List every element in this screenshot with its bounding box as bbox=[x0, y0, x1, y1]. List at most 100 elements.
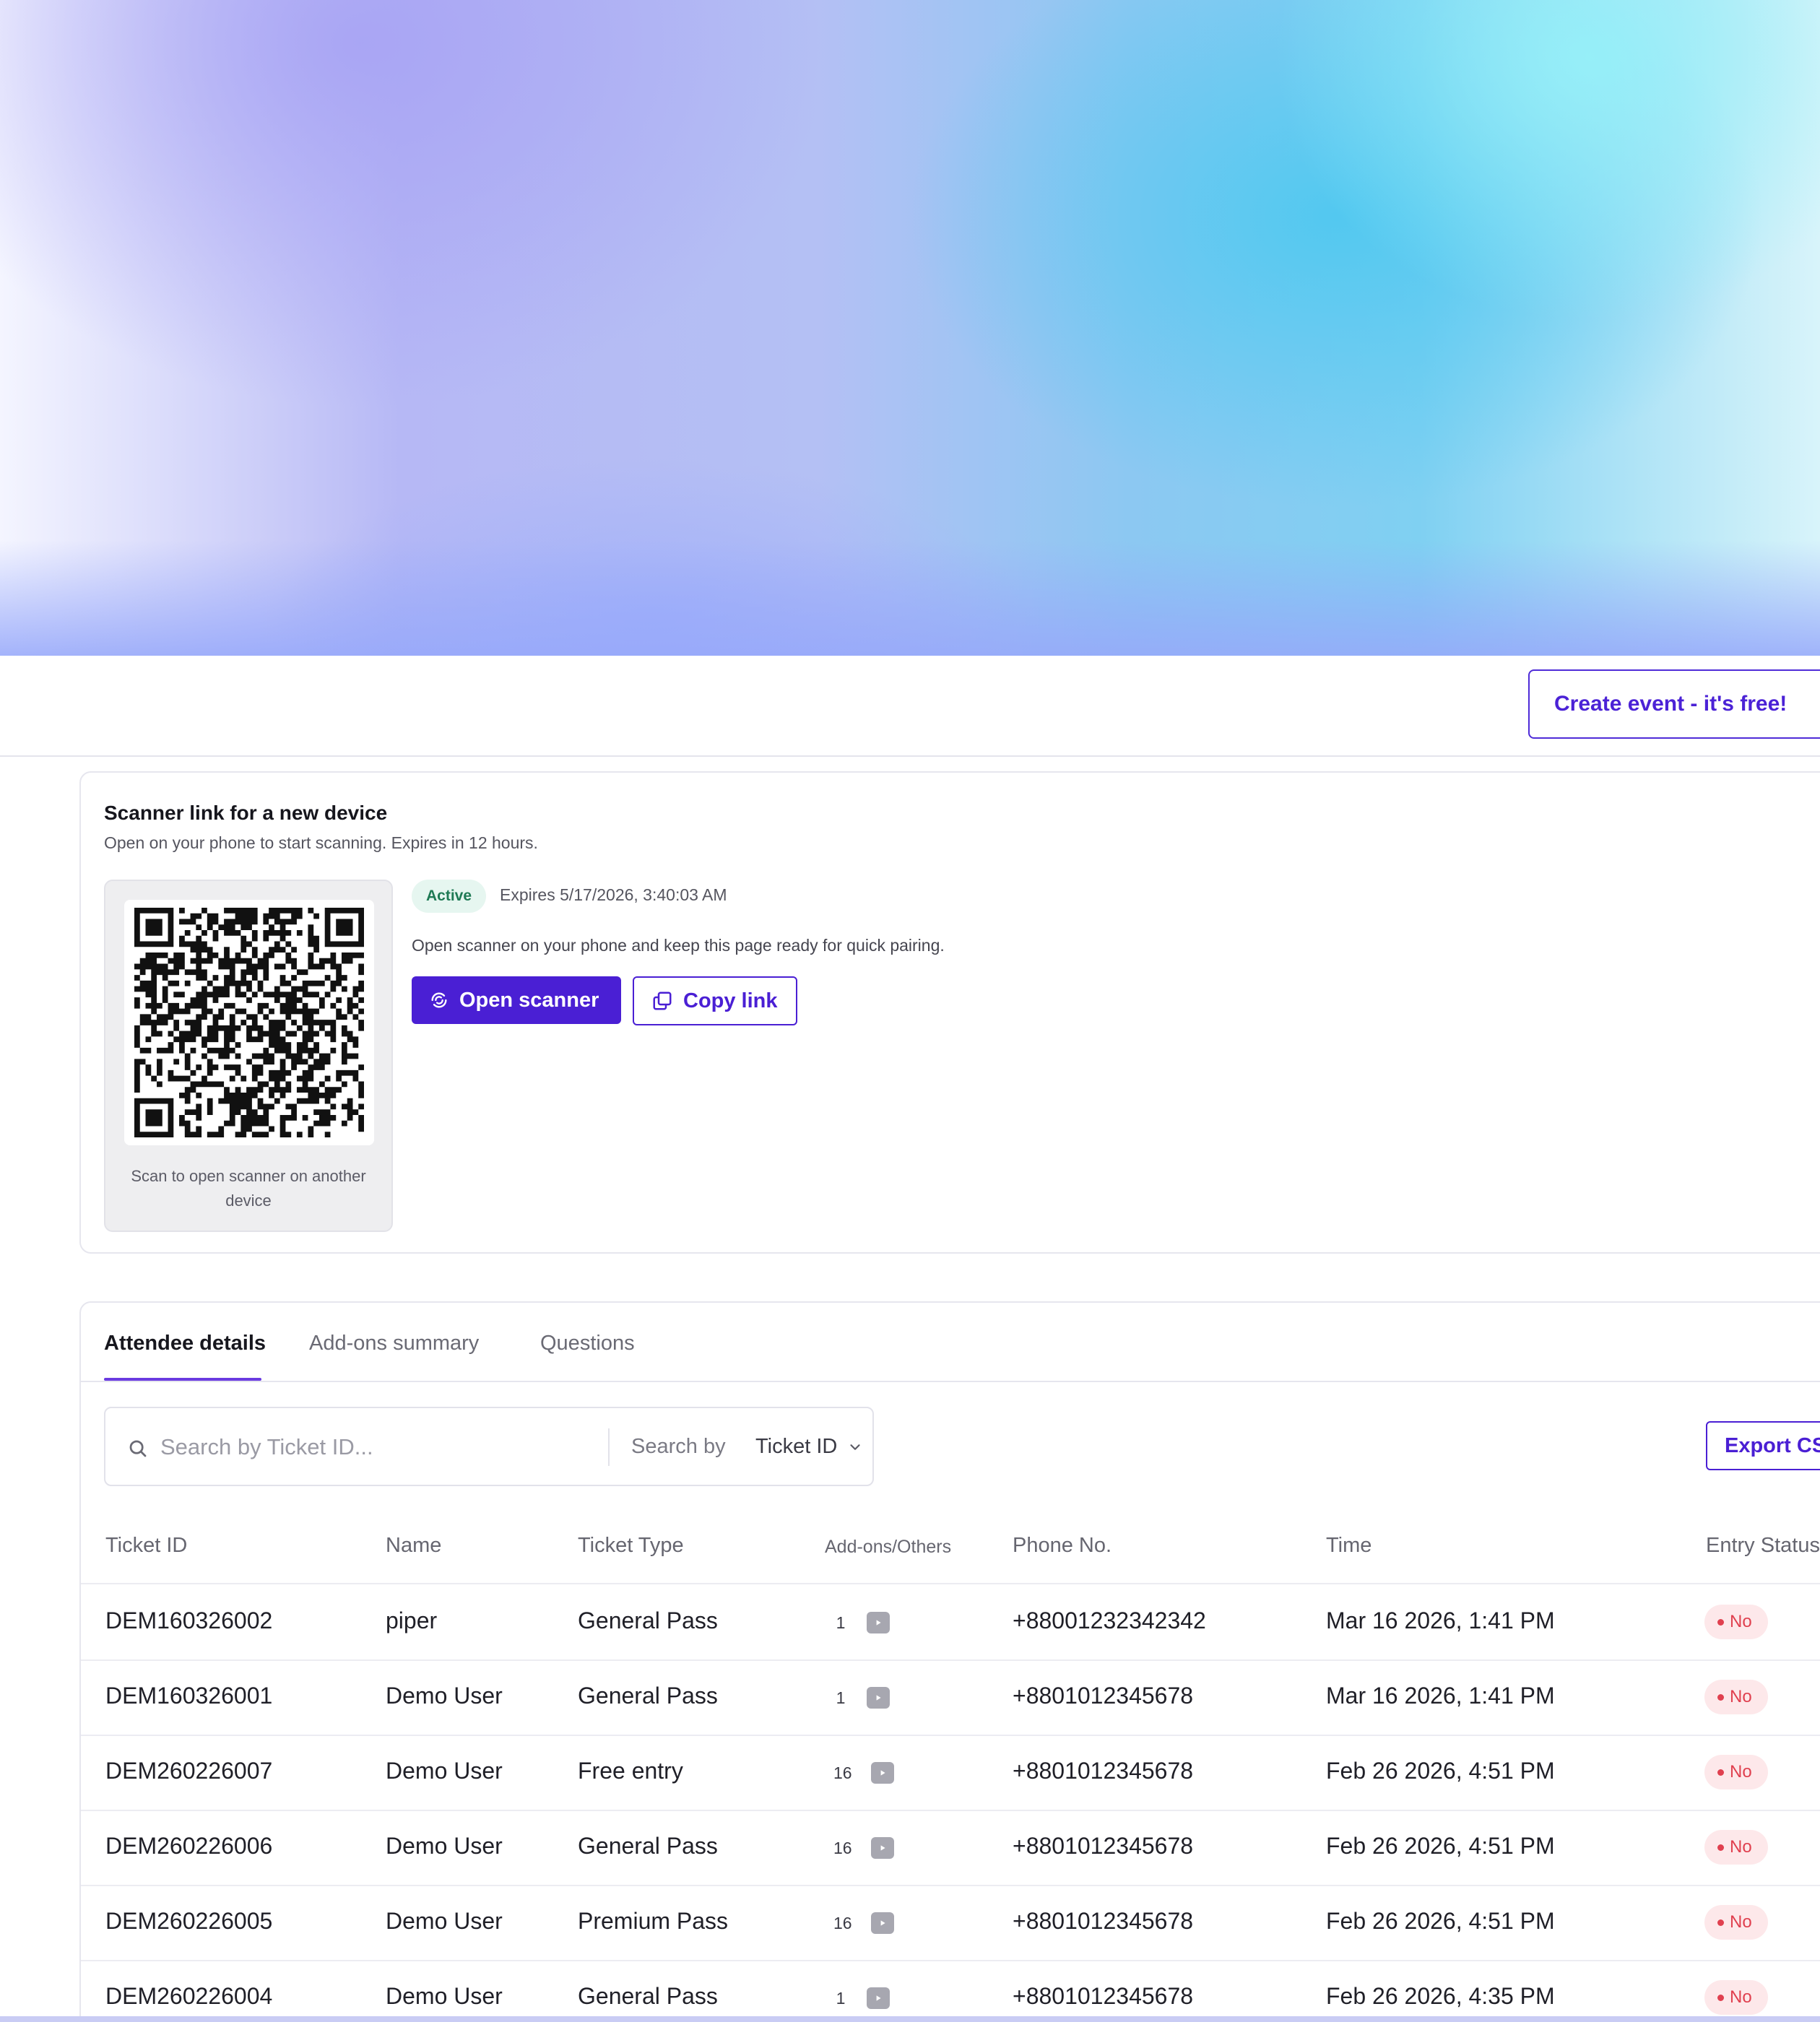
cell-ticket-type: General Pass bbox=[578, 1683, 718, 1709]
cell-addons: 1 bbox=[833, 1687, 890, 1709]
expand-addons-icon[interactable] bbox=[870, 1762, 894, 1784]
cell-addons: 16 bbox=[833, 1837, 894, 1859]
tab-addons-summary[interactable]: Add-ons summary bbox=[309, 1332, 479, 1355]
export-csv-button[interactable]: Export CSV bbox=[1706, 1421, 1820, 1470]
expiry-text: Expires 5/17/2026, 3:40:03 AM bbox=[500, 885, 727, 904]
expand-addons-icon[interactable] bbox=[867, 1612, 890, 1633]
cell-ticket-id: DEM160326001 bbox=[105, 1683, 273, 1709]
open-scanner-button[interactable]: Open scanner bbox=[412, 976, 621, 1024]
table-row[interactable]: DEM160326002 piper General Pass 1 +880012323… bbox=[81, 1586, 1820, 1661]
column-header-addons: Add-ons/Others bbox=[825, 1537, 952, 1557]
copy-link-button[interactable]: Copy link bbox=[633, 976, 797, 1025]
hero-gradient-banner bbox=[0, 0, 1820, 656]
scanner-icon bbox=[429, 990, 449, 1010]
entry-status-badge: No bbox=[1704, 1830, 1768, 1865]
table-row[interactable]: DEM260226004 Demo User General Pass 1 +88010… bbox=[81, 1961, 1820, 2022]
tab-attendee-details[interactable]: Attendee details bbox=[104, 1332, 266, 1355]
column-header-name: Name bbox=[386, 1534, 442, 1557]
cell-phone: +88001232342342 bbox=[1013, 1607, 1206, 1633]
entry-status-text: No bbox=[1730, 1837, 1752, 1857]
cell-name: Demo User bbox=[386, 1833, 503, 1859]
cell-addons: 16 bbox=[833, 1762, 894, 1784]
addons-count: 16 bbox=[833, 1913, 852, 1932]
expand-addons-icon[interactable] bbox=[867, 1687, 890, 1709]
cell-ticket-type: General Pass bbox=[578, 1983, 718, 2009]
column-header-time: Time bbox=[1326, 1534, 1372, 1557]
cell-ticket-type: General Pass bbox=[578, 1607, 718, 1633]
status-dot-icon bbox=[1717, 1844, 1724, 1851]
qr-code-icon bbox=[134, 908, 364, 1137]
cell-time: Feb 26 2026, 4:51 PM bbox=[1326, 1908, 1555, 1934]
expand-addons-icon[interactable] bbox=[870, 1837, 894, 1859]
table-row[interactable]: DEM260226006 Demo User General Pass 16 +8801… bbox=[81, 1811, 1820, 1886]
status-dot-icon bbox=[1717, 1618, 1724, 1626]
cell-time: Mar 16 2026, 1:41 PM bbox=[1326, 1607, 1555, 1633]
column-header-phone: Phone No. bbox=[1013, 1534, 1112, 1557]
status-dot-icon bbox=[1717, 1994, 1724, 2001]
cell-time: Mar 16 2026, 1:41 PM bbox=[1326, 1683, 1555, 1709]
tab-questions[interactable]: Questions bbox=[540, 1332, 635, 1355]
scanner-card-title: Scanner link for a new device bbox=[104, 802, 388, 824]
column-header-ticket-type: Ticket Type bbox=[578, 1534, 684, 1557]
cell-ticket-id: DEM260226005 bbox=[105, 1908, 273, 1934]
qr-code-panel: Scan to open scanner on another device bbox=[104, 880, 393, 1232]
copy-icon bbox=[651, 990, 673, 1012]
bottom-edge-strip bbox=[0, 2016, 1820, 2022]
addons-count: 1 bbox=[836, 1988, 846, 2008]
search-field-value: Ticket ID bbox=[755, 1435, 838, 1458]
scanner-description: Open scanner on your phone and keep this… bbox=[412, 936, 945, 955]
cell-ticket-id: DEM260226006 bbox=[105, 1833, 273, 1859]
cell-phone: +8801012345678 bbox=[1013, 1983, 1194, 2009]
cell-addons: 1 bbox=[833, 1987, 890, 2009]
entry-status-badge: No bbox=[1704, 1980, 1768, 2015]
cell-name: Demo User bbox=[386, 1983, 503, 2009]
entry-status-text: No bbox=[1730, 1762, 1752, 1782]
addons-count: 1 bbox=[836, 1688, 846, 1707]
search-divider bbox=[608, 1428, 610, 1466]
addons-count: 16 bbox=[833, 1763, 852, 1782]
entry-status-text: No bbox=[1730, 1912, 1752, 1932]
cell-addons: 1 bbox=[833, 1612, 890, 1633]
expand-addons-icon[interactable] bbox=[870, 1912, 894, 1934]
qr-code-frame bbox=[124, 900, 374, 1145]
addons-count: 1 bbox=[836, 1613, 846, 1632]
cell-ticket-type: Premium Pass bbox=[578, 1908, 729, 1934]
cell-time: Feb 26 2026, 4:51 PM bbox=[1326, 1833, 1555, 1859]
addons-count: 16 bbox=[833, 1838, 852, 1857]
chevron-down-icon bbox=[847, 1439, 863, 1455]
cell-ticket-id: DEM260226007 bbox=[105, 1758, 273, 1784]
expand-addons-icon[interactable] bbox=[867, 1987, 890, 2009]
search-bar: Search by Ticket ID bbox=[104, 1407, 874, 1486]
status-dot-icon bbox=[1717, 1769, 1724, 1776]
table-row[interactable]: DEM260226007 Demo User Free entry 16 +880101… bbox=[81, 1736, 1820, 1811]
cell-ticket-id: DEM260226004 bbox=[105, 1983, 273, 2009]
copy-link-label: Copy link bbox=[683, 989, 778, 1012]
cell-time: Feb 26 2026, 4:35 PM bbox=[1326, 1983, 1555, 2009]
cell-phone: +8801012345678 bbox=[1013, 1833, 1194, 1859]
page-root: Create event - it's free! Scanner link f… bbox=[0, 0, 1820, 2022]
entry-status-badge: No bbox=[1704, 1605, 1768, 1639]
cell-name: Demo User bbox=[386, 1758, 503, 1784]
status-dot-icon bbox=[1717, 1693, 1724, 1701]
column-header-ticket-id: Ticket ID bbox=[105, 1534, 188, 1557]
search-input[interactable] bbox=[160, 1430, 565, 1465]
cell-name: piper bbox=[386, 1607, 438, 1633]
cell-phone: +8801012345678 bbox=[1013, 1683, 1194, 1709]
attendee-table-card: Attendee details Add-ons summary Questio… bbox=[79, 1301, 1820, 2022]
search-icon bbox=[127, 1438, 149, 1459]
entry-status-badge: No bbox=[1704, 1905, 1768, 1940]
search-by-label: Search by bbox=[631, 1435, 726, 1458]
cell-time: Feb 26 2026, 4:51 PM bbox=[1326, 1758, 1555, 1784]
entry-status-badge: No bbox=[1704, 1755, 1768, 1789]
active-tab-indicator bbox=[104, 1378, 261, 1381]
tab-bar: Attendee details Add-ons summary Questio… bbox=[81, 1303, 1820, 1382]
scanner-link-card: Scanner link for a new device Open on yo… bbox=[79, 771, 1820, 1254]
create-event-button[interactable]: Create event - it's free! bbox=[1528, 669, 1820, 739]
table-row[interactable]: DEM260226005 Demo User Premium Pass 16 +8801… bbox=[81, 1886, 1820, 1961]
search-field-dropdown[interactable]: Ticket ID bbox=[755, 1435, 863, 1459]
entry-status-text: No bbox=[1730, 1687, 1752, 1706]
table-header: Ticket ID Name Ticket Type Add-ons/Other… bbox=[81, 1512, 1820, 1584]
status-badge-active: Active bbox=[412, 880, 487, 913]
table-row[interactable]: DEM160326001 Demo User General Pass 1 +88010… bbox=[81, 1661, 1820, 1736]
cell-ticket-id: DEM160326002 bbox=[105, 1607, 273, 1633]
